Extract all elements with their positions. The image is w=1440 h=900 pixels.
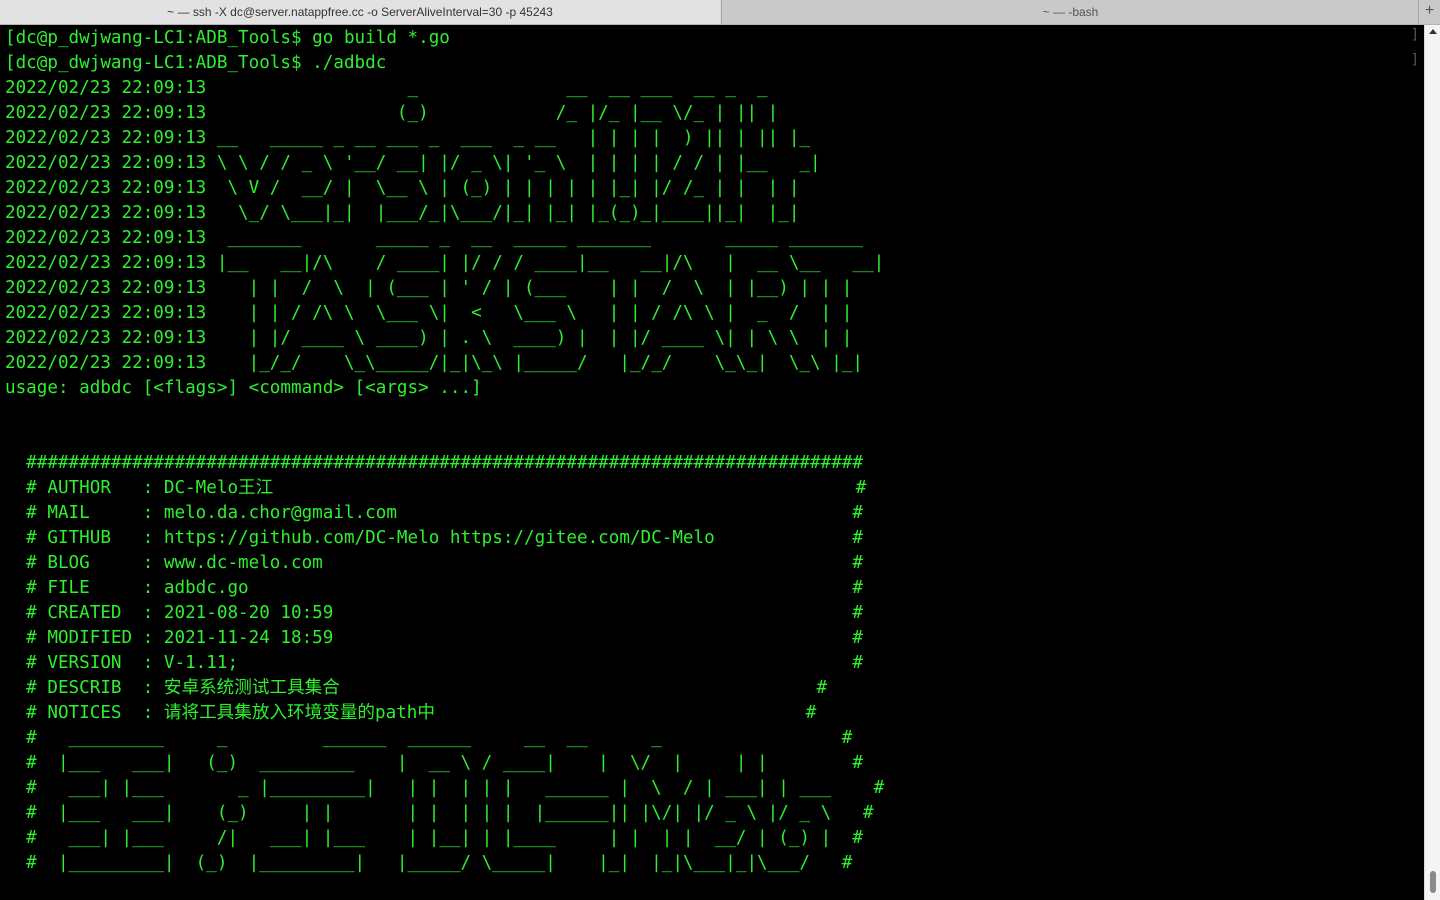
new-tab-button[interactable]: + <box>1418 0 1440 24</box>
terminal-line: # FILE : adbdc.go # <box>5 578 863 598</box>
terminal-line: 2022/02/23 22:09:13 _______ _____ _ __ _… <box>5 228 863 248</box>
tab-bash-session[interactable]: ~ — -bash <box>721 0 1419 24</box>
terminal-line: 2022/02/23 22:09:13 _ __ __ ___ __ _ _ <box>5 78 768 98</box>
tab-ssh-session[interactable]: ~ — ssh -X dc@server.natappfree.cc -o Se… <box>0 0 720 24</box>
terminal-line: # CREATED : 2021-08-20 10:59 # <box>5 603 863 623</box>
terminal-line: 2022/02/23 22:09:13 \ V / __/ | \__ \ | … <box>5 178 800 198</box>
terminal-line: 2022/02/23 22:09:13 \ \ / / _ \ '__/ __|… <box>5 153 821 173</box>
terminal-line: # ___| |___ /| ___| |___ | |__| | |____ … <box>5 828 863 848</box>
terminal-line: # VERSION : V-1.11; # <box>5 653 863 673</box>
scroll-up-arrow-icon[interactable] <box>1429 29 1437 34</box>
terminal-line: [dc@p_dwjwang-LC1:ADB_Tools$ go build *.… <box>5 28 450 48</box>
terminal-line: # |___ ___| (_) | | | | | | | |______|| … <box>5 803 874 823</box>
terminal-line: 2022/02/23 22:09:13 (_) /_ |/_ |__ \/_ |… <box>5 103 779 123</box>
terminal-line: 2022/02/23 22:09:13 |__ __|/\ / ____| |/… <box>5 253 885 273</box>
scroll-thumb[interactable] <box>1430 871 1436 893</box>
scrollbar[interactable] <box>1424 25 1440 900</box>
terminal-line: 2022/02/23 22:09:13 __ _____ _ __ ___ _ … <box>5 128 811 148</box>
terminal-output[interactable]: ] ] [dc@p_dwjwang-LC1:ADB_Tools$ go buil… <box>0 25 1424 900</box>
terminal-text: [dc@p_dwjwang-LC1:ADB_Tools$ go build *.… <box>5 26 884 876</box>
terminal-line: ########################################… <box>5 453 863 473</box>
terminal-line: [dc@p_dwjwang-LC1:ADB_Tools$ ./adbdc <box>5 53 387 73</box>
terminal-line: # ___| |___ _ |_________| | | | | | ____… <box>5 778 885 798</box>
terminal-line: 2022/02/23 22:09:13 |_/_/ \_\_____/|_|\_… <box>5 353 863 373</box>
terminal-line: # |_________| (_) |_________| |_____/ \_… <box>5 853 853 873</box>
terminal-line: # MAIL : melo.da.chor@gmail.com # <box>5 503 863 523</box>
terminal-line: 2022/02/23 22:09:13 | |/ ____ \ ____) | … <box>5 328 853 348</box>
tab-bar: ~ — ssh -X dc@server.natappfree.cc -o Se… <box>0 0 1440 25</box>
terminal-line: # BLOG : www.dc-melo.com # <box>5 553 863 573</box>
terminal-line: # _________ _ ______ ______ __ __ _ # <box>5 728 853 748</box>
terminal-line: # |___ ___| (_) _________ | __ \ / ____|… <box>5 753 863 773</box>
terminal-line: 2022/02/23 22:09:13 | | / /\ \ \___ \| <… <box>5 303 853 323</box>
line-marker-icon: ] <box>1410 52 1419 68</box>
terminal-line: # AUTHOR : DC-Melo王江 # <box>5 478 867 498</box>
terminal-line: 2022/02/23 22:09:13 \_/ \___|_| |___/_|\… <box>5 203 800 223</box>
terminal-line: # NOTICES : 请将工具集放入环境变量的path中 # <box>5 703 817 723</box>
terminal-line: 2022/02/23 22:09:13 | | / \ | (___ | ' /… <box>5 278 853 298</box>
terminal-line: # MODIFIED : 2021-11-24 18:59 # <box>5 628 863 648</box>
terminal-line: # DESCRIB : 安卓系统测试工具集合 # <box>5 678 828 698</box>
line-marker-icon: ] <box>1410 27 1419 43</box>
terminal-line: # GITHUB : https://github.com/DC-Melo ht… <box>5 528 863 548</box>
terminal-line: usage: adbdc [<flags>] <command> [<args>… <box>5 378 482 398</box>
